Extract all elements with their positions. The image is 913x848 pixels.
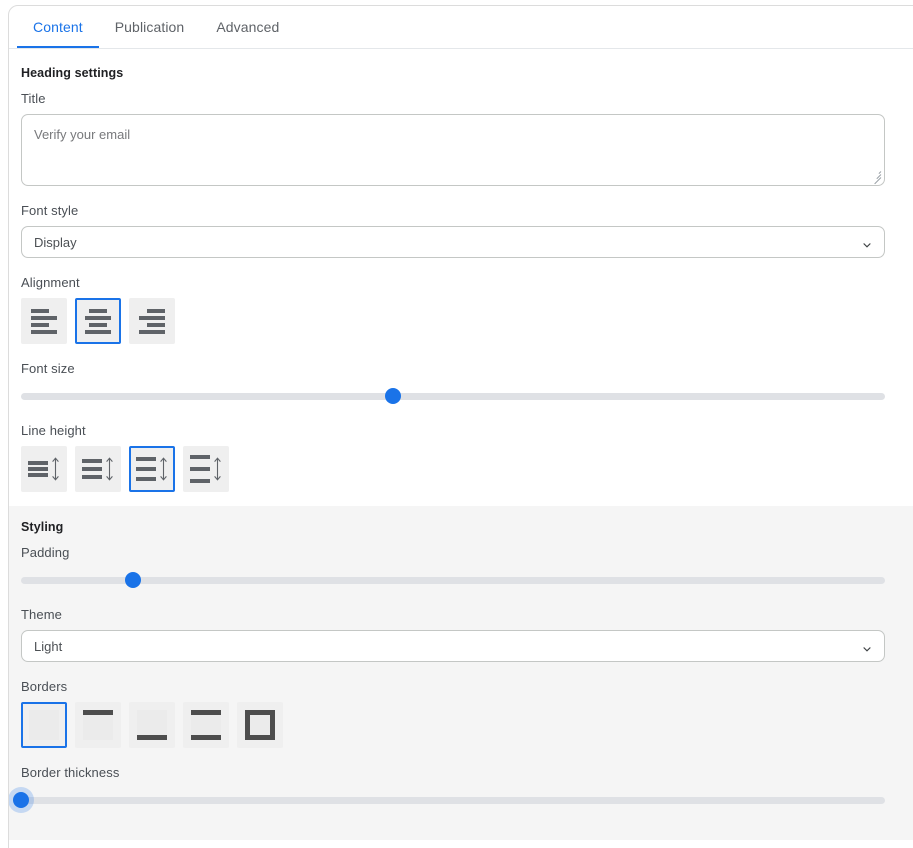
border-top-bottom-button[interactable]	[183, 702, 229, 748]
settings-panel-screen: Content Publication Advanced Heading set…	[0, 0, 913, 848]
padding-slider-track	[21, 576, 885, 584]
heading-settings-section: Heading settings Title Font	[9, 49, 913, 492]
theme-value: Light	[34, 638, 63, 654]
tab-content[interactable]: Content	[17, 6, 99, 48]
heading-settings-title: Heading settings	[21, 66, 124, 80]
settings-body: Heading settings Title Font	[9, 49, 913, 840]
border-none-icon	[29, 710, 59, 740]
font-style-select-wrap: Display	[21, 226, 885, 258]
theme-select[interactable]: Light	[21, 630, 885, 662]
border-bottom-icon	[137, 710, 167, 740]
theme-select-wrap: Light	[21, 630, 885, 662]
font-size-label: Font size	[21, 361, 75, 376]
font-size-slider-thumb[interactable]	[384, 388, 401, 404]
border-all-icon	[245, 710, 275, 740]
line-height-label: Line height	[21, 423, 86, 438]
font-style-field-group: Font style Display	[21, 203, 913, 258]
tab-publication[interactable]: Publication	[99, 6, 201, 48]
title-field-group: Title	[21, 91, 913, 186]
theme-label: Theme	[21, 607, 62, 622]
font-style-label: Font style	[21, 203, 79, 218]
border-all-button[interactable]	[237, 702, 283, 748]
border-thickness-slider[interactable]	[9, 787, 885, 813]
tab-advanced[interactable]: Advanced	[200, 6, 295, 48]
borders-label: Borders	[21, 679, 68, 694]
title-label: Title	[21, 91, 46, 106]
border-top-bottom-icon	[191, 710, 221, 740]
title-textarea-wrap	[21, 114, 885, 186]
align-right-icon	[139, 308, 165, 334]
theme-field-group: Theme Light	[21, 607, 913, 662]
line-height-field-group: Line height	[21, 423, 913, 492]
padding-field-group: Padding	[21, 545, 913, 590]
font-style-value: Display	[34, 234, 77, 250]
line-height-normal-button[interactable]	[129, 446, 175, 492]
alignment-label: Alignment	[21, 275, 80, 290]
border-thickness-slider-track	[21, 796, 885, 804]
title-input[interactable]	[21, 114, 885, 186]
borders-field-group: Borders	[21, 679, 913, 748]
styling-title: Styling	[21, 520, 64, 534]
align-center-button[interactable]	[75, 298, 121, 344]
padding-slider-thumb[interactable]	[125, 572, 142, 588]
borders-button-group	[21, 702, 913, 748]
tab-advanced-label: Advanced	[216, 19, 280, 35]
line-height-2-icon	[82, 456, 114, 482]
line-height-button-group	[21, 446, 913, 492]
font-size-slider[interactable]	[21, 386, 885, 406]
styling-section: Styling Padding Theme Light Borders Bord…	[9, 506, 913, 840]
line-height-1-icon	[28, 456, 60, 482]
line-height-loose-button[interactable]	[183, 446, 229, 492]
settings-panel: Content Publication Advanced Heading set…	[8, 5, 913, 848]
align-left-icon	[31, 308, 57, 334]
border-top-button[interactable]	[75, 702, 121, 748]
font-style-select[interactable]: Display	[21, 226, 885, 258]
tab-bar: Content Publication Advanced	[9, 6, 913, 49]
border-thickness-field-group: Border thickness	[9, 765, 913, 813]
line-height-3-icon	[136, 456, 168, 482]
tab-content-label: Content	[33, 19, 83, 35]
align-right-button[interactable]	[129, 298, 175, 344]
font-size-field-group: Font size	[21, 361, 913, 406]
line-height-snug-button[interactable]	[75, 446, 121, 492]
align-left-button[interactable]	[21, 298, 67, 344]
border-thickness-slider-thumb[interactable]	[9, 787, 34, 813]
font-size-slider-track	[21, 392, 885, 400]
line-height-tight-button[interactable]	[21, 446, 67, 492]
align-center-icon	[85, 308, 111, 334]
tab-publication-label: Publication	[114, 19, 185, 35]
line-height-4-icon	[190, 455, 222, 483]
padding-label: Padding	[21, 545, 70, 560]
border-thickness-label: Border thickness	[21, 765, 120, 780]
alignment-button-group	[21, 298, 913, 344]
border-none-button[interactable]	[21, 702, 67, 748]
padding-slider[interactable]	[21, 570, 885, 590]
border-top-icon	[83, 710, 113, 740]
alignment-field-group: Alignment	[21, 275, 913, 344]
border-bottom-button[interactable]	[129, 702, 175, 748]
